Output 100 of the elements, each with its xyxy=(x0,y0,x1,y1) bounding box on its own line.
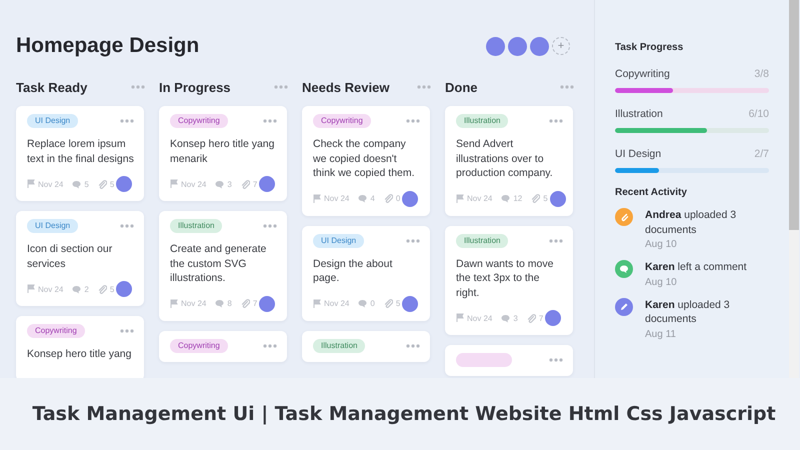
more-icon[interactable] xyxy=(131,85,145,89)
attachment-count: 5 xyxy=(110,180,114,188)
assignee-avatar xyxy=(116,176,132,192)
paperclip-icon xyxy=(526,314,536,322)
due-date: Nov 24 xyxy=(38,284,64,294)
column-title: In Progress xyxy=(159,80,231,94)
column-title: Task Ready xyxy=(16,80,88,94)
more-icon[interactable] xyxy=(263,119,277,123)
attachment-count: 5 xyxy=(110,284,114,294)
comment-count: 3 xyxy=(513,314,518,322)
paperclip-icon xyxy=(240,180,250,188)
due-date: Nov 24 xyxy=(181,180,206,188)
due-date: Nov 24 xyxy=(324,194,350,203)
progress-count: 3/8 xyxy=(754,68,769,80)
comment-icon xyxy=(72,180,82,188)
more-icon[interactable] xyxy=(263,224,277,228)
column-title: Needs Review xyxy=(302,80,390,94)
task-text: Konsep hero title yang menarik xyxy=(170,137,276,166)
comment-count: 0 xyxy=(370,299,375,308)
pencil-icon xyxy=(615,298,633,316)
progress-label: Copywriting xyxy=(615,68,670,80)
attachment-count: 5 xyxy=(543,194,548,203)
due-date: Nov 24 xyxy=(467,314,492,322)
more-icon[interactable] xyxy=(549,358,563,362)
progress-label: Illustration xyxy=(615,108,663,120)
task-card[interactable]: UI Design Design the about page. Nov 24 0 5 xyxy=(302,226,430,320)
member-avatar[interactable] xyxy=(508,36,527,56)
progress-label: UI Design xyxy=(615,148,662,160)
flag-icon xyxy=(27,179,35,189)
comment-icon xyxy=(501,194,510,203)
attachment-count: 7 xyxy=(252,299,258,308)
task-card[interactable]: UI Design Replace lorem ipsum text in the final designs Nov 24 5 5 xyxy=(16,106,144,201)
paperclip-icon xyxy=(240,299,250,308)
activity-text: Karen left a comment xyxy=(645,260,748,274)
activity-text: Karen uploaded 3 documents xyxy=(645,298,731,326)
due-date: Nov 24 xyxy=(324,299,350,308)
member-avatar[interactable] xyxy=(486,36,505,56)
task-card[interactable]: Illustration Dawn wants to move the text 3px to the right. Nov 24 3 7 xyxy=(445,226,573,335)
tag: UI Design xyxy=(313,234,364,248)
comment-icon xyxy=(615,260,633,278)
more-icon[interactable] xyxy=(120,329,134,333)
assignee-avatar xyxy=(259,296,276,312)
activity-text: Andrea uploaded 3 documents xyxy=(645,208,738,237)
more-icon[interactable] xyxy=(406,238,420,242)
comment-icon xyxy=(358,194,368,203)
task-card[interactable]: UI Design Icon di section our services Nov 24 2 5 xyxy=(16,211,144,306)
member-avatar[interactable] xyxy=(530,36,549,56)
more-icon[interactable] xyxy=(417,85,431,89)
scrollbar[interactable] xyxy=(789,0,799,378)
more-icon[interactable] xyxy=(120,224,134,228)
board-title: Homepage Design xyxy=(16,34,200,58)
task-card[interactable]: Illustration Send Advert illustrations over to production company. Nov 24 12 5 xyxy=(445,106,573,216)
task-text: Konsep hero title yang xyxy=(27,347,132,362)
paperclip-icon xyxy=(384,194,393,203)
flag-icon xyxy=(456,313,464,323)
task-text: Create and generate the custom SVG illustrations. xyxy=(170,242,268,286)
tag xyxy=(456,353,512,367)
task-card[interactable] xyxy=(445,345,573,376)
tag: UI Design xyxy=(27,219,78,233)
paperclip-icon xyxy=(615,208,633,226)
task-text: Send Advert illustrations over to production company. xyxy=(456,137,554,180)
task-card[interactable]: Copywriting Check the company we copied doesn't think we copied them. Nov 24 4 0 xyxy=(302,106,430,216)
flag-icon xyxy=(456,194,464,204)
flag-icon xyxy=(27,284,35,294)
tag: Illustration xyxy=(456,114,508,128)
more-icon[interactable] xyxy=(120,119,134,123)
assignee-avatar xyxy=(116,281,132,297)
task-card[interactable]: Illustration Create and generate the custom SVG illustrations. Nov 24 8 7 xyxy=(159,211,287,320)
activity-date: Aug 10 xyxy=(645,239,678,250)
comment-count: 3 xyxy=(227,180,232,188)
comment-icon xyxy=(72,284,82,294)
flag-icon xyxy=(313,194,321,204)
task-card[interactable]: Copywriting xyxy=(159,330,287,362)
task-text: Check the company we copied doesn't think we copied them. xyxy=(313,137,416,180)
more-icon[interactable] xyxy=(549,119,563,123)
paperclip-icon xyxy=(98,180,107,188)
assignee-avatar xyxy=(550,190,566,206)
flag-icon xyxy=(170,179,178,189)
paperclip-icon xyxy=(531,194,540,203)
paperclip-icon xyxy=(98,284,107,294)
task-text: Design the about page. xyxy=(313,256,394,286)
attachment-count: 7 xyxy=(252,180,258,188)
task-card[interactable]: Copywriting Konsep hero title yang menarik Nov 24 3 7 xyxy=(159,106,287,201)
more-icon[interactable] xyxy=(560,85,574,89)
progress-count: 6/10 xyxy=(748,108,769,120)
progress-count: 2/7 xyxy=(754,148,769,160)
more-icon[interactable] xyxy=(406,119,420,123)
tag: Illustration xyxy=(170,219,222,233)
more-icon[interactable] xyxy=(263,344,277,348)
task-text: Replace lorem ipsum text in the final designs xyxy=(27,137,134,166)
more-icon[interactable] xyxy=(549,238,563,242)
task-card[interactable]: Copywriting Konsep hero title yang xyxy=(16,316,144,378)
tag: Copywriting xyxy=(313,114,371,128)
more-icon[interactable] xyxy=(406,344,420,348)
section-title: Task Progress xyxy=(615,42,684,53)
scrollbar-thumb[interactable] xyxy=(789,0,799,230)
task-card[interactable]: Illustration xyxy=(302,330,430,362)
more-icon[interactable] xyxy=(274,85,288,89)
flag-icon xyxy=(170,298,178,308)
tag: Illustration xyxy=(456,234,508,248)
